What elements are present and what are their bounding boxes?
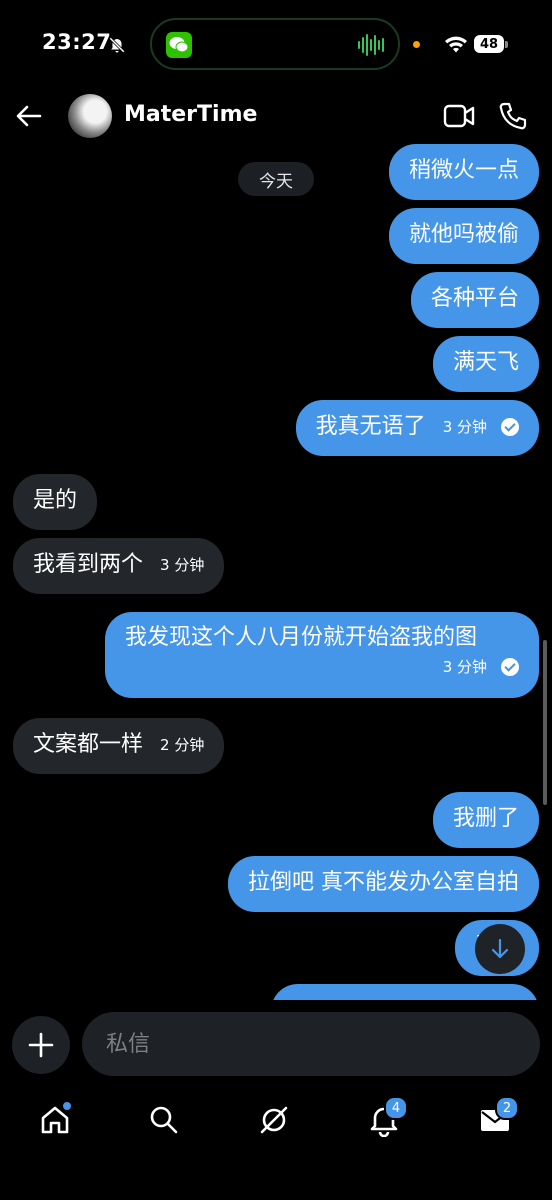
message-bubble[interactable]: 是的 — [13, 474, 98, 530]
message-text: 文案都一样 — [33, 732, 144, 757]
message-bubble[interactable]: 就他吗被偷 — [388, 208, 539, 264]
phone-call-icon[interactable] — [498, 101, 528, 131]
message-text: 满天飞 — [452, 350, 519, 375]
arrow-down-icon — [491, 938, 509, 959]
message-text: 我看到两个 — [33, 552, 144, 577]
voice-activity-icon — [358, 32, 384, 58]
nav-messages[interactable]: 2 — [473, 1096, 519, 1142]
message-bubble[interactable]: 文案都一样 2 分钟 — [13, 718, 225, 774]
day-separator: 今天 — [238, 162, 314, 196]
avatar[interactable] — [68, 94, 112, 138]
message-bubble[interactable]: 我删了 — [432, 792, 539, 848]
privacy-indicator — [413, 41, 420, 48]
message-text: 稍微火一点 — [408, 158, 519, 183]
message-time: 3 分钟 — [160, 556, 205, 574]
battery-indicator: 48 — [474, 35, 504, 53]
messages-badge: 2 — [495, 1096, 519, 1120]
wifi-icon — [445, 36, 467, 53]
nav-grok[interactable] — [252, 1098, 296, 1142]
message-text: 拉倒吧 真不能发办公室自拍 — [248, 870, 519, 895]
bell-muted-icon — [109, 37, 125, 53]
message-text: 是的 — [33, 488, 78, 513]
message-bubble[interactable]: 我真无语了 3 分钟 — [295, 400, 539, 456]
message-text: 我真无语了 — [315, 414, 426, 439]
message-bubble[interactable]: 拉倒吧 真不能发办公室自拍 — [228, 856, 539, 912]
message-time: 3 分钟 — [442, 658, 487, 676]
scrollbar[interactable] — [543, 640, 547, 805]
message-bubble[interactable]: 稍微火一点 — [388, 144, 539, 200]
back-arrow-icon[interactable] — [14, 101, 44, 131]
search-icon — [150, 1106, 178, 1134]
scroll-to-bottom-button[interactable] — [475, 924, 525, 974]
read-check-icon — [501, 658, 519, 676]
nav-notifications[interactable]: 4 — [362, 1096, 408, 1142]
grok-icon — [260, 1106, 288, 1134]
nav-home[interactable] — [33, 1098, 77, 1142]
nav-search[interactable] — [142, 1098, 186, 1142]
message-text: 我删了 — [452, 806, 519, 831]
message-bubble[interactable]: 各种平台 — [410, 272, 539, 328]
video-call-icon[interactable] — [443, 103, 475, 129]
plus-icon — [28, 1032, 54, 1058]
read-check-icon — [501, 418, 519, 436]
message-bubble[interactable]: 我看到两个 3 分钟 — [13, 538, 225, 594]
contact-name[interactable]: MaterTime — [124, 102, 257, 127]
wechat-icon — [166, 32, 192, 58]
message-bubble[interactable]: 满天飞 — [432, 336, 539, 392]
message-bubble[interactable]: 我发现这个人八月份就开始盗我的图 3 分钟 — [105, 612, 539, 698]
message-time: 2 分钟 — [160, 736, 205, 754]
message-time: 3 分钟 — [442, 418, 487, 436]
dynamic-island[interactable] — [150, 18, 400, 70]
message-input[interactable] — [82, 1012, 540, 1076]
battery-tip — [505, 41, 508, 48]
home-unread-dot — [63, 1102, 71, 1110]
message-text: 各种平台 — [430, 286, 519, 311]
message-text: 我发现这个人八月份就开始盗我的图 — [125, 625, 478, 650]
status-time: 23:27 — [42, 30, 112, 54]
add-attachment-button[interactable] — [12, 1016, 70, 1074]
message-text: 就他吗被偷 — [408, 222, 519, 247]
notifications-badge: 4 — [384, 1096, 408, 1120]
